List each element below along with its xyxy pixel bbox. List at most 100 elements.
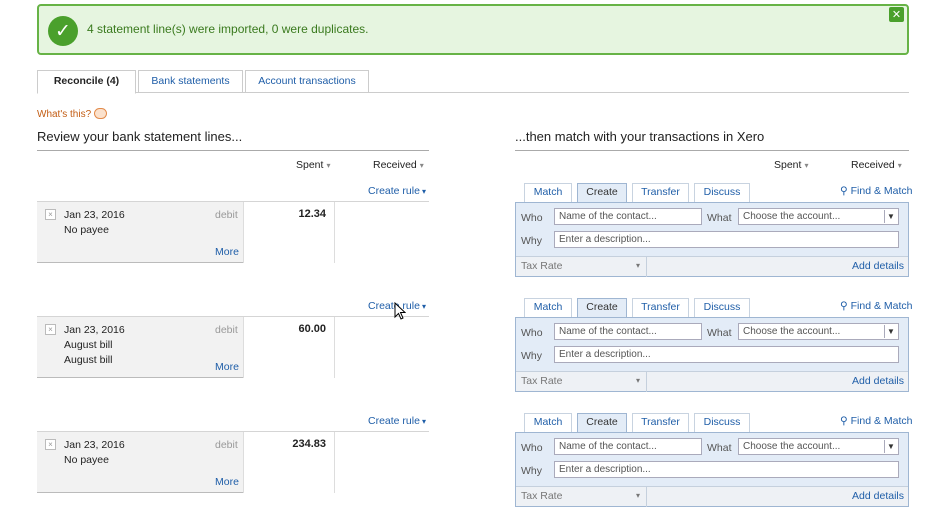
sort-spent-left[interactable]: Spent ▾	[296, 159, 330, 171]
who-label: Who	[521, 442, 543, 454]
chevron-down-icon[interactable]: ▾	[636, 376, 640, 385]
find-match-link[interactable]: ⚲ Find & Match	[840, 185, 912, 197]
account-select[interactable]: Choose the account... ▼	[738, 438, 899, 455]
dropdown-arrow-icon[interactable]: ▼	[884, 325, 897, 338]
remove-line-icon[interactable]: ×	[45, 324, 56, 335]
create-rule-link[interactable]: Create rule ▾	[368, 415, 426, 427]
chevron-down-icon: ▾	[421, 417, 426, 426]
received-cell	[335, 202, 429, 263]
dropdown-arrow-icon[interactable]: ▼	[884, 210, 897, 223]
spent-cell: 60.00	[243, 317, 335, 378]
tab-discuss[interactable]: Discuss	[694, 183, 750, 202]
add-details-link[interactable]: Add details	[852, 490, 904, 502]
line-type: debit	[215, 324, 238, 336]
whats-this-link[interactable]: What's this?	[37, 108, 108, 120]
sort-received-right[interactable]: Received ▾	[851, 159, 902, 171]
form-footer: Tax Rate ▾ Add details	[516, 371, 908, 392]
create-transaction-form: Who Name of the contact... What Choose t…	[515, 202, 909, 277]
form-footer: Tax Rate ▾ Add details	[516, 256, 908, 277]
chevron-down-icon[interactable]: ▾	[636, 261, 640, 270]
banner-message: 4 statement line(s) were imported, 0 wer…	[87, 22, 369, 36]
statement-line: × Jan 23, 2016 No payee debit More 234.8…	[37, 431, 429, 493]
account-select[interactable]: Choose the account... ▼	[738, 208, 899, 225]
tab-match[interactable]: Match	[524, 413, 572, 432]
description-input[interactable]: Enter a description...	[554, 461, 899, 478]
add-details-link[interactable]: Add details	[852, 260, 904, 272]
why-label: Why	[521, 235, 542, 247]
sort-caret-icon: ▾	[419, 161, 424, 170]
tab-bank-statements[interactable]: Bank statements	[138, 70, 243, 93]
chevron-down-icon: ▾	[421, 302, 426, 311]
footer-divider	[646, 487, 647, 507]
why-label: Why	[521, 350, 542, 362]
line-payee: No payee	[64, 454, 109, 466]
contact-input[interactable]: Name of the contact...	[554, 208, 702, 225]
tab-create[interactable]: Create	[577, 413, 627, 432]
more-link[interactable]: More	[215, 361, 239, 373]
received-label: Received	[851, 159, 895, 171]
find-match-link[interactable]: ⚲ Find & Match	[840, 415, 912, 427]
tax-rate-select[interactable]: Tax Rate	[521, 490, 562, 502]
sort-spent-right[interactable]: Spent ▾	[774, 159, 808, 171]
spent-amount: 12.34	[298, 208, 326, 220]
review-title: Review your bank statement lines...	[37, 129, 243, 144]
create-rule-link[interactable]: Create rule ▾	[368, 185, 426, 197]
tab-match[interactable]: Match	[524, 298, 572, 317]
account-select-value: Choose the account...	[743, 211, 841, 222]
spent-label: Spent	[774, 159, 802, 171]
footer-divider	[646, 257, 647, 277]
line-payee: August bill	[64, 339, 113, 351]
line-type: debit	[215, 439, 238, 451]
received-cell	[335, 432, 429, 493]
statement-line: × Jan 23, 2016 August bill August bill d…	[37, 316, 429, 378]
contact-input[interactable]: Name of the contact...	[554, 323, 702, 340]
tab-match[interactable]: Match	[524, 183, 572, 202]
dropdown-arrow-icon[interactable]: ▼	[884, 440, 897, 453]
tab-discuss[interactable]: Discuss	[694, 413, 750, 432]
what-label: What	[707, 327, 732, 339]
tab-create[interactable]: Create	[577, 298, 627, 317]
whats-this-label: What's this?	[37, 109, 92, 120]
tab-create[interactable]: Create	[577, 183, 627, 202]
find-match-label: Find & Match	[850, 300, 913, 312]
account-select[interactable]: Choose the account... ▼	[738, 323, 899, 340]
tab-transfer[interactable]: Transfer	[632, 298, 689, 317]
spent-cell: 234.83	[243, 432, 335, 493]
tab-discuss[interactable]: Discuss	[694, 298, 750, 317]
spent-label: Spent	[296, 159, 324, 171]
chevron-down-icon[interactable]: ▾	[636, 491, 640, 500]
create-rule-label: Create rule	[368, 185, 420, 197]
check-circle-icon: ✓	[48, 16, 78, 46]
line-date: Jan 23, 2016	[64, 324, 125, 336]
remove-line-icon[interactable]: ×	[45, 439, 56, 450]
tab-reconcile[interactable]: Reconcile (4)	[37, 70, 136, 94]
line-payee: No payee	[64, 224, 109, 236]
statement-line: × Jan 23, 2016 No payee debit More 12.34	[37, 201, 429, 263]
account-select-value: Choose the account...	[743, 441, 841, 452]
more-link[interactable]: More	[215, 476, 239, 488]
match-title: ...then match with your transactions in …	[515, 129, 765, 144]
description-input[interactable]: Enter a description...	[554, 346, 899, 363]
contact-input[interactable]: Name of the contact...	[554, 438, 702, 455]
add-details-link[interactable]: Add details	[852, 375, 904, 387]
line-date: Jan 23, 2016	[64, 209, 125, 221]
close-icon[interactable]: ✕	[889, 7, 904, 22]
form-footer: Tax Rate ▾ Add details	[516, 486, 908, 507]
chevron-down-icon: ▾	[421, 187, 426, 196]
create-transaction-form: Who Name of the contact... What Choose t…	[515, 317, 909, 392]
tab-transfer[interactable]: Transfer	[632, 413, 689, 432]
tab-transfer[interactable]: Transfer	[632, 183, 689, 202]
create-rule-label: Create rule	[368, 415, 420, 427]
create-transaction-form: Who Name of the contact... What Choose t…	[515, 432, 909, 507]
find-match-link[interactable]: ⚲ Find & Match	[840, 300, 912, 312]
tax-rate-select[interactable]: Tax Rate	[521, 260, 562, 272]
description-input[interactable]: Enter a description...	[554, 231, 899, 248]
remove-line-icon[interactable]: ×	[45, 209, 56, 220]
more-link[interactable]: More	[215, 246, 239, 258]
tax-rate-select[interactable]: Tax Rate	[521, 375, 562, 387]
mouse-cursor-icon	[394, 301, 407, 323]
account-select-value: Choose the account...	[743, 326, 841, 337]
tab-account-transactions[interactable]: Account transactions	[245, 70, 369, 93]
line-date: Jan 23, 2016	[64, 439, 125, 451]
sort-received-left[interactable]: Received ▾	[373, 159, 424, 171]
